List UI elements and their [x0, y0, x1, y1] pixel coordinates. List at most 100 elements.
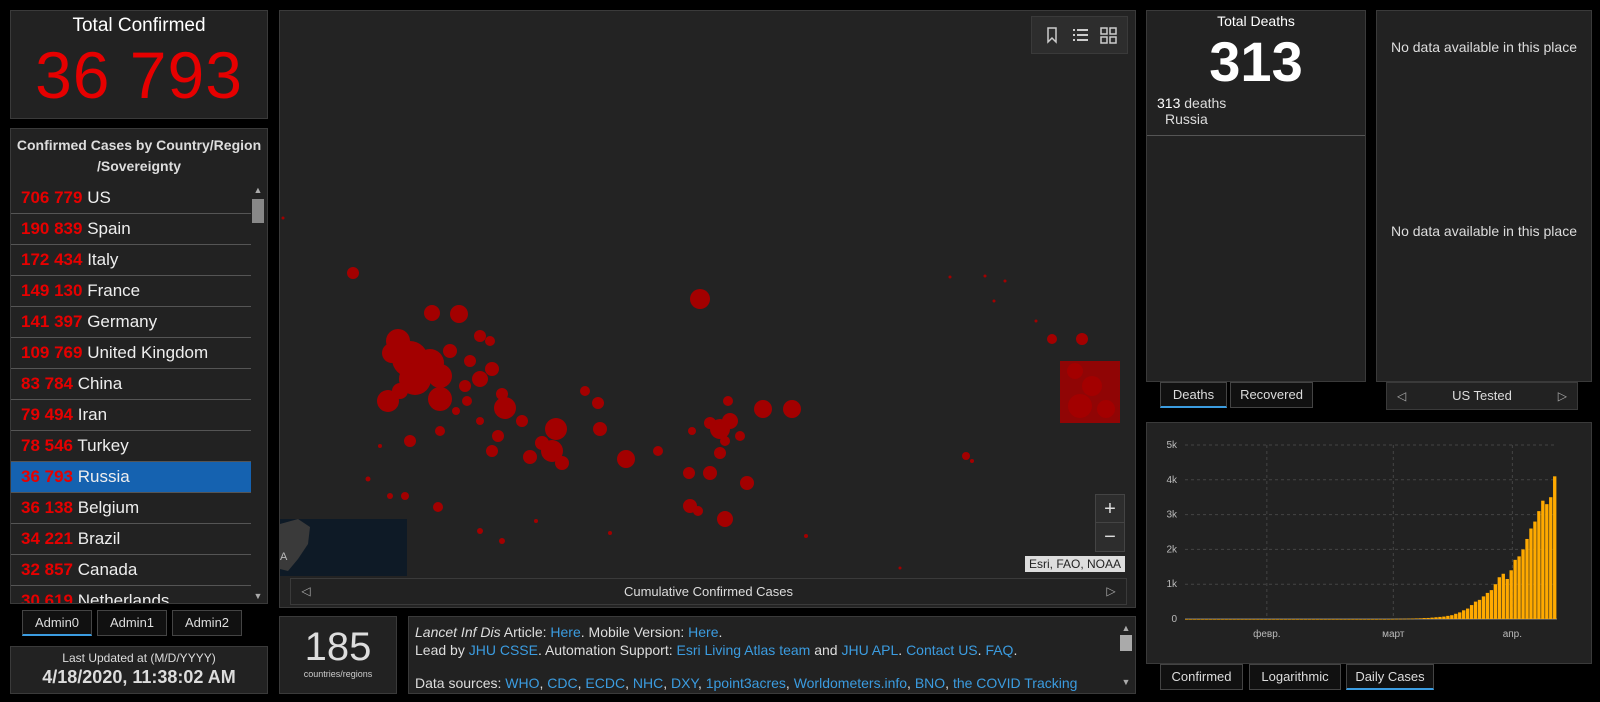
chart-bar: [1390, 618, 1395, 620]
data-source-link[interactable]: Worldometers.info: [794, 675, 907, 691]
total-deaths-title: Total Deaths: [1217, 13, 1295, 29]
info-text: ,: [663, 675, 671, 691]
bookmark-icon[interactable]: [1042, 25, 1062, 45]
chart-bar: [1248, 619, 1252, 620]
map-panel[interactable]: A + − Esri, FAO, NOAA ◁ Cumulative Confi…: [279, 10, 1136, 608]
jhu-apl-link[interactable]: JHU APL: [841, 642, 898, 658]
country-row[interactable]: 79 494 Iran: [11, 400, 251, 431]
list-icon[interactable]: [1070, 25, 1090, 45]
country-count: 706 779: [21, 188, 83, 207]
minimap-landmass: [280, 519, 310, 571]
map-dot: [720, 436, 730, 446]
zoom-out-button[interactable]: −: [1096, 523, 1124, 551]
country-row[interactable]: 190 839 Spain: [11, 214, 251, 245]
deaths-detail-unit: deaths: [1180, 95, 1227, 111]
chart-bar: [1244, 619, 1248, 620]
lancet-label: Lancet Inf Dis: [415, 624, 501, 640]
chart-bar: [1545, 504, 1549, 619]
map-dot: [592, 397, 604, 409]
map-dot: [492, 430, 504, 442]
chart-bar: [1505, 578, 1509, 619]
scroll-down-icon[interactable]: ▼: [251, 589, 265, 603]
info-text: ,: [945, 675, 953, 691]
tab-logarithmic[interactable]: Logarithmic: [1249, 664, 1341, 690]
tab-confirmed[interactable]: Confirmed: [1160, 664, 1243, 690]
map-dot: [1047, 334, 1057, 344]
country-row[interactable]: 30 619 Netherlands: [11, 586, 251, 603]
map-dot: [462, 396, 472, 406]
esri-link[interactable]: Esri Living Atlas team: [676, 642, 810, 658]
minimap-label: A: [280, 551, 288, 563]
article-link[interactable]: Here: [550, 624, 580, 640]
map-attribution[interactable]: Esri, FAO, NOAA: [1024, 556, 1125, 572]
country-list-header-line2: /Sovereignty: [96, 158, 182, 174]
map-next-arrow-icon[interactable]: ▷: [1104, 579, 1118, 604]
tab-admin1[interactable]: Admin1: [97, 610, 167, 636]
scroll-down-icon[interactable]: ▼: [1119, 673, 1133, 691]
data-source-link[interactable]: 1point3acres: [706, 675, 786, 691]
country-list-scrollbar[interactable]: ▲ ▼: [251, 183, 265, 603]
map-dot: [740, 476, 754, 490]
data-source-link[interactable]: BNO: [915, 675, 945, 691]
chart-bar: [1295, 619, 1300, 620]
total-confirmed-value: 36 793: [35, 38, 243, 112]
tested-prev-arrow-icon[interactable]: ◁: [1397, 383, 1406, 409]
map-dot: [281, 216, 285, 220]
info-line-3: Data sources: WHO, CDC, ECDC, NHC, DXY, …: [415, 674, 1115, 692]
chart-bar: [1454, 613, 1458, 619]
tab-admin0[interactable]: Admin0: [22, 610, 92, 636]
jhu-csse-link[interactable]: JHU CSSE: [469, 642, 538, 658]
data-source-link[interactable]: WHO: [505, 675, 539, 691]
country-row[interactable]: 83 784 China: [11, 369, 251, 400]
country-row[interactable]: 34 221 Brazil: [11, 524, 251, 555]
overview-minimap[interactable]: A: [280, 519, 407, 576]
data-source-link[interactable]: DXY: [671, 675, 698, 691]
scroll-up-icon[interactable]: ▲: [251, 183, 265, 197]
scrollbar-thumb[interactable]: [252, 199, 264, 223]
map-dot: [494, 397, 516, 419]
tested-footer-bar: ◁ US Tested ▷: [1386, 382, 1578, 410]
map-dot: [485, 362, 499, 376]
country-row[interactable]: 32 857 Canada: [11, 555, 251, 586]
daily-cases-chart[interactable]: 0 1k 2k 3k 4k 5k февр. март апр.: [1147, 423, 1591, 663]
tab-recovered[interactable]: Recovered: [1230, 382, 1313, 408]
country-list-header: Confirmed Cases by Country/Region /Sover…: [11, 129, 267, 181]
mobile-version-link[interactable]: Here: [688, 624, 718, 640]
country-row[interactable]: 149 130 France: [11, 276, 251, 307]
country-row[interactable]: 36 138 Belgium: [11, 493, 251, 524]
chart-bar: [1450, 615, 1454, 619]
country-count: 190 839: [21, 219, 83, 238]
country-row[interactable]: 706 779 US: [11, 183, 251, 214]
country-row[interactable]: 109 769 United Kingdom: [11, 338, 251, 369]
country-list[interactable]: 706 779 US 190 839 Spain 172 434 Italy 149 …: [11, 183, 251, 603]
tab-daily-cases[interactable]: Daily Cases: [1346, 664, 1434, 690]
country-row[interactable]: 36 793 Russia: [11, 462, 251, 493]
data-source-link[interactable]: NHC: [633, 675, 663, 691]
scrollbar-thumb[interactable]: [1120, 635, 1132, 651]
zoom-in-button[interactable]: +: [1096, 495, 1124, 523]
chart-bar: [1374, 619, 1379, 620]
chart-bar: [1497, 577, 1501, 619]
country-row[interactable]: 172 434 Italy: [11, 245, 251, 276]
data-source-link[interactable]: ECDC: [585, 675, 625, 691]
map-dot: [378, 444, 382, 448]
map-canvas[interactable]: [280, 11, 1136, 571]
chart-bar: [1386, 618, 1391, 620]
tab-admin2[interactable]: Admin2: [172, 610, 242, 636]
map-dot: [387, 493, 393, 499]
chart-bar: [1398, 618, 1403, 620]
chart-bar: [1533, 521, 1537, 619]
data-source-link[interactable]: CDC: [547, 675, 577, 691]
map-prev-arrow-icon[interactable]: ◁: [299, 579, 313, 604]
faq-link[interactable]: FAQ: [985, 642, 1013, 658]
tab-deaths[interactable]: Deaths: [1160, 382, 1227, 408]
contact-link[interactable]: Contact US: [906, 642, 978, 658]
info-scrollbar[interactable]: ▲ ▼: [1119, 619, 1133, 691]
tested-next-arrow-icon[interactable]: ▷: [1558, 383, 1567, 409]
chart-y-tick-label: 0: [1171, 614, 1177, 625]
chart-bar: [1303, 619, 1308, 620]
country-row[interactable]: 78 546 Turkey: [11, 431, 251, 462]
country-row[interactable]: 141 397 Germany: [11, 307, 251, 338]
basemap-gallery-icon[interactable]: [1098, 25, 1118, 45]
data-source-link[interactable]: the COVID Tracking: [953, 675, 1078, 691]
